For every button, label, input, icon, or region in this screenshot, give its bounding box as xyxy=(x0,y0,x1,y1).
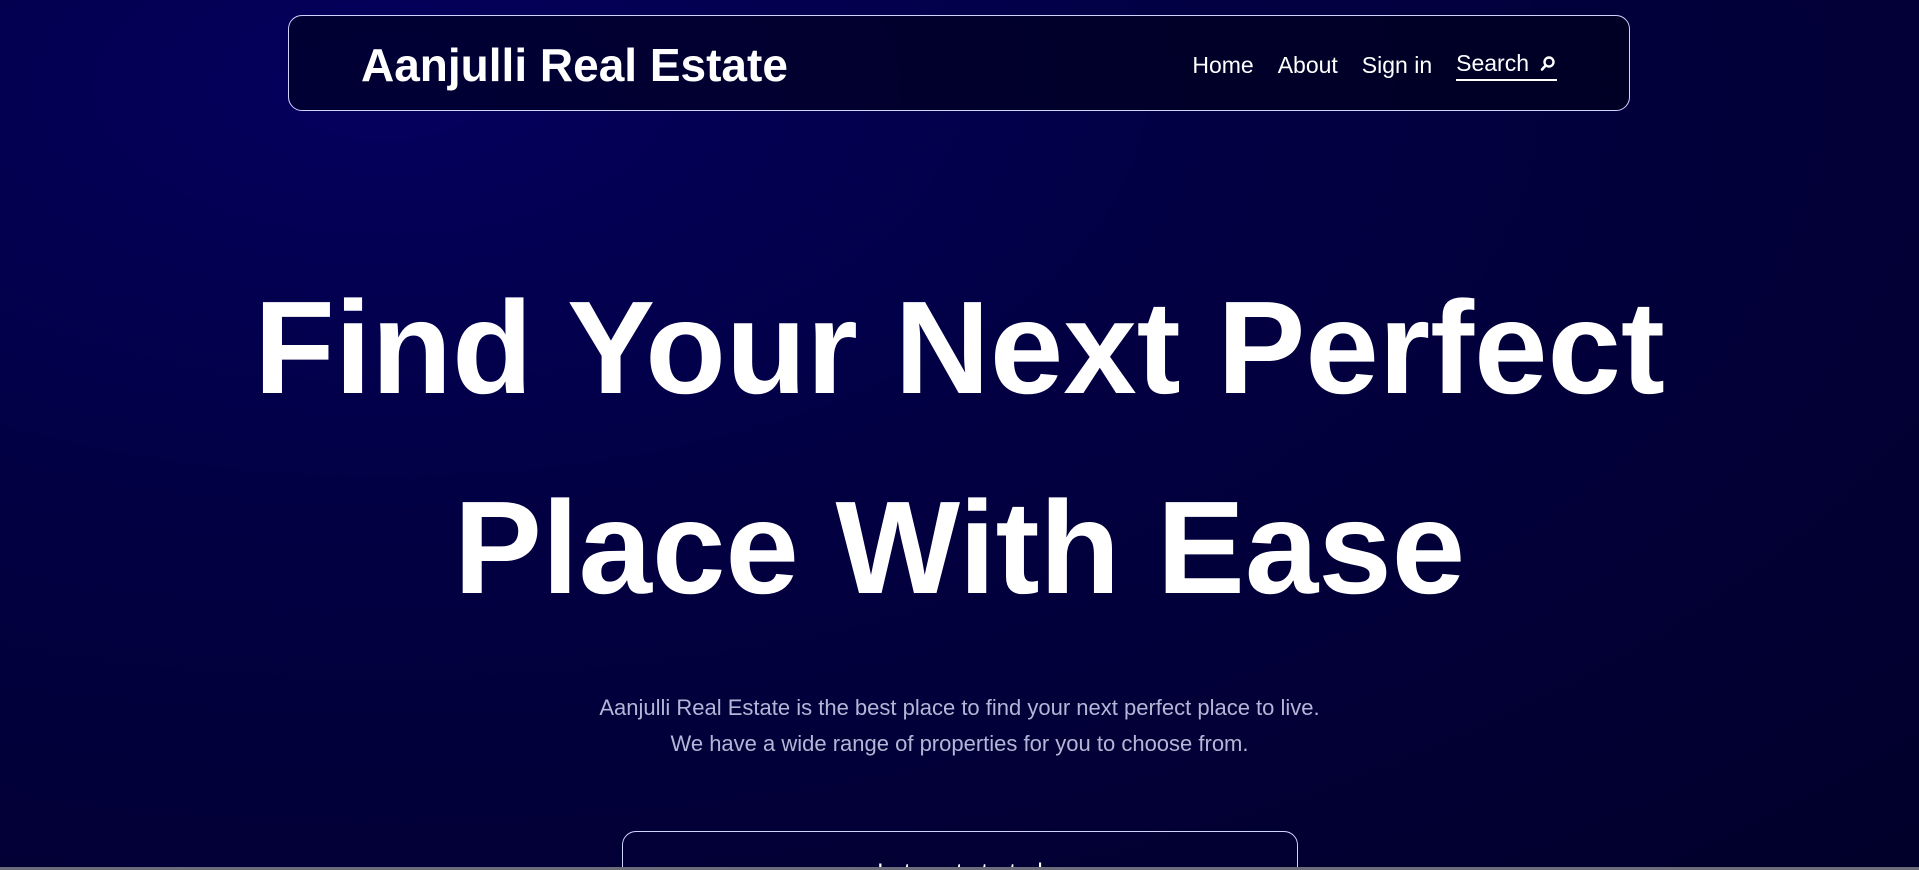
nav-about-link[interactable]: About xyxy=(1278,52,1338,79)
hero-title: Find Your Next Perfect Place With Ease xyxy=(0,248,1919,648)
top-navbar: Aanjulli Real Estate Home About Sign in … xyxy=(288,15,1630,111)
hero-subtitle-line-1: Aanjulli Real Estate is the best place t… xyxy=(599,695,1320,720)
nav-home-link[interactable]: Home xyxy=(1192,52,1253,79)
search-icon xyxy=(1540,55,1555,71)
main-nav: Home About Sign in Search xyxy=(1192,50,1557,81)
hero-title-line-1: Find Your Next Perfect xyxy=(254,274,1665,421)
get-started-button[interactable]: Lets get started xyxy=(622,831,1298,870)
hero-title-line-2: Place With Ease xyxy=(453,474,1466,621)
nav-signin-link[interactable]: Sign in xyxy=(1362,52,1432,79)
hero-subtitle-line-2: We have a wide range of properties for y… xyxy=(670,731,1249,756)
hero-subtitle: Aanjulli Real Estate is the best place t… xyxy=(0,690,1919,762)
nav-search-label: Search xyxy=(1456,50,1529,76)
nav-search-link[interactable]: Search xyxy=(1456,50,1557,81)
brand-logo-text[interactable]: Aanjulli Real Estate xyxy=(361,38,788,92)
